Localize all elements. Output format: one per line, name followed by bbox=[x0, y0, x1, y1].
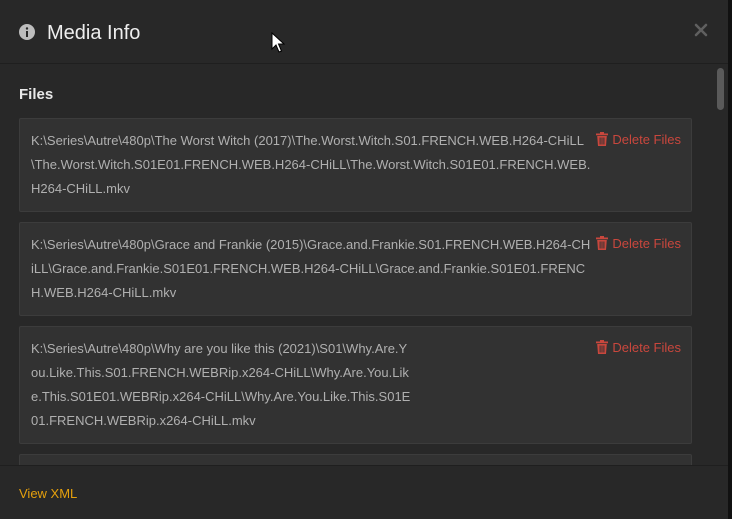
file-item: K:\Series\Autre\480p\Grace and Frankie (… bbox=[19, 222, 692, 316]
file-item: K:\Series\Autre\480p\The Worst Witch (20… bbox=[19, 118, 692, 212]
modal-title: Media Info bbox=[47, 22, 141, 44]
delete-files-label: Delete Files bbox=[612, 236, 681, 251]
delete-files-label: Delete Files bbox=[612, 340, 681, 355]
modal-header: Media Info bbox=[0, 0, 728, 64]
file-path: K:\Series\Autre\480p\Grace and Frankie (… bbox=[31, 237, 591, 300]
background-edge bbox=[728, 0, 732, 519]
trash-icon bbox=[596, 340, 609, 354]
scrollbar-thumb[interactable] bbox=[717, 68, 724, 110]
delete-files-button[interactable]: Delete Files bbox=[596, 131, 681, 149]
delete-files-button[interactable]: Delete Files bbox=[596, 235, 681, 253]
media-info-modal: Media Info Files K:\Series\Autre\480p\Th… bbox=[0, 0, 729, 519]
close-icon[interactable] bbox=[691, 20, 711, 40]
delete-files-button[interactable]: Delete Files bbox=[596, 339, 681, 357]
file-path: K:\Series\Autre\480p\Why are you like th… bbox=[31, 341, 411, 428]
files-section-title: Files bbox=[19, 86, 54, 103]
modal-body[interactable]: Files K:\Series\Autre\480p\The Worst Wit… bbox=[0, 64, 728, 465]
file-path: K:\Series\Autre\480p\The Worst Witch (20… bbox=[31, 133, 591, 196]
trash-icon bbox=[596, 236, 609, 250]
file-item bbox=[19, 454, 692, 465]
info-circle-icon bbox=[19, 24, 35, 40]
delete-files-label: Delete Files bbox=[612, 132, 681, 147]
view-xml-link[interactable]: View XML bbox=[19, 486, 77, 501]
mouse-pointer-icon bbox=[271, 31, 286, 54]
trash-icon bbox=[596, 132, 609, 146]
modal-footer: View XML bbox=[0, 465, 728, 519]
scrollbar-track[interactable] bbox=[713, 64, 728, 465]
file-item: K:\Series\Autre\480p\Why are you like th… bbox=[19, 326, 692, 444]
